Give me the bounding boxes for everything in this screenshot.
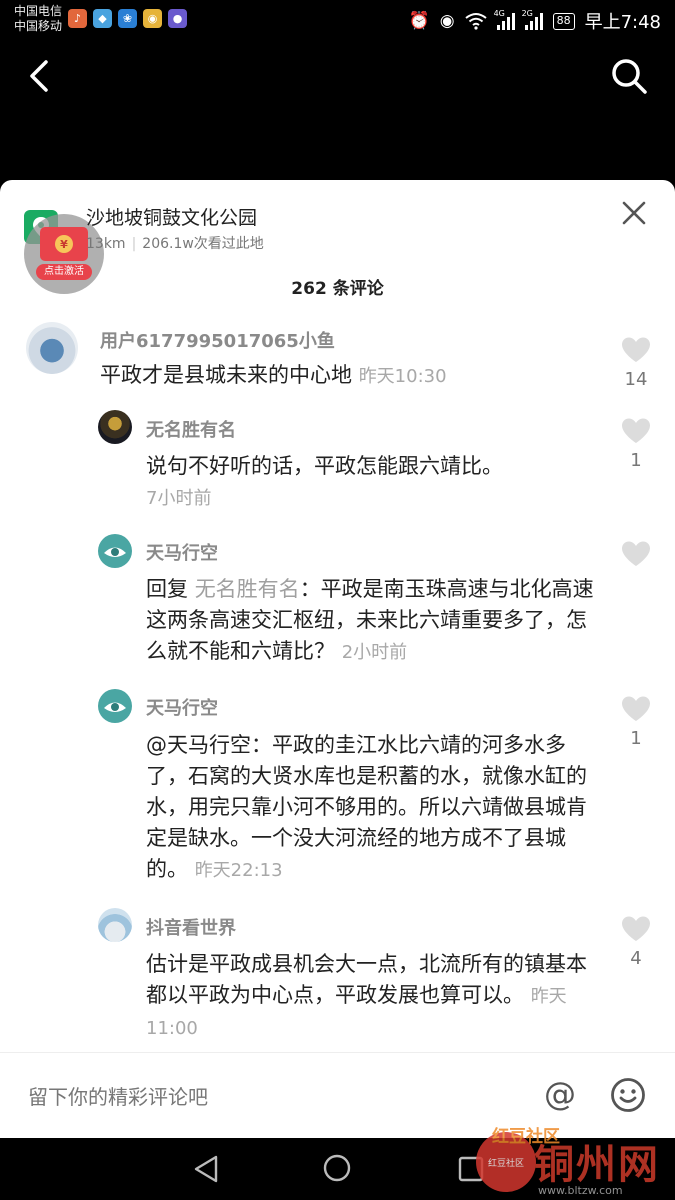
nav-home-icon[interactable] — [322, 1153, 352, 1183]
battery-icon: 88 — [552, 12, 575, 30]
like-button[interactable]: 1 — [616, 695, 656, 749]
reply-username[interactable]: 天马行空 — [146, 694, 218, 720]
app-notification-icon: ◆ — [93, 9, 112, 28]
heart-icon — [622, 916, 650, 941]
heart-icon — [622, 541, 650, 566]
reply-text[interactable]: 说句不好听的话，平政怎能跟六靖比。 7小时前 — [146, 451, 606, 514]
emoji-icon — [611, 1078, 645, 1112]
signal-icon: 4G — [493, 9, 515, 30]
comment-username[interactable]: 用户6177995017065小鱼 — [100, 327, 335, 353]
eye-logo-icon — [104, 547, 126, 557]
location-title[interactable]: 沙地坡铜鼓文化公园 — [86, 203, 257, 230]
wifi-icon — [464, 13, 487, 30]
carrier-labels: 中国电信 中国移动 — [14, 4, 62, 34]
browser-icon: ◉ — [143, 9, 162, 28]
like-button[interactable] — [616, 540, 656, 573]
eye-icon: ◉ — [439, 11, 455, 31]
avatar[interactable] — [98, 534, 132, 568]
red-packet-icon: ¥ — [40, 227, 88, 261]
site-watermark: 红豆社区 红豆社区 铜州网 www.bltzw.com — [474, 1126, 674, 1198]
reply-username[interactable]: 天马行空 — [146, 539, 218, 565]
like-count: 1 — [630, 450, 642, 471]
network-type-2: 2G — [521, 9, 533, 18]
search-button[interactable] — [609, 56, 649, 96]
comment-time: 昨天10:30 — [358, 366, 447, 387]
reply-text[interactable]: 回复 无名胜有名：平政是南玉珠高速与北化高速这两条高速交汇枢纽，未来比六靖重要多… — [146, 574, 606, 668]
avatar[interactable] — [26, 322, 78, 374]
coin-icon: ¥ — [55, 235, 73, 253]
reply-mention[interactable]: 无名胜有名 — [195, 577, 300, 601]
avatar[interactable] — [98, 908, 132, 942]
notification-icons: ♪ ◆ ❀ ◉ ● — [68, 9, 187, 28]
status-icons: ⏰ ◉ 4G 2G 88 早上7:48 — [409, 8, 661, 34]
status-bar: 中国电信 中国移动 ♪ ◆ ❀ ◉ ● ⏰ ◉ 4G 2G 88 早上7:48 — [0, 0, 675, 40]
comment-text[interactable]: 平政才是县城未来的中心地 昨天10:30 — [100, 360, 600, 392]
like-count: 4 — [630, 948, 642, 969]
reply-body: @天马行空：平政的圭江水比六靖的河多水多了，石窝的大贤水库也是积蓄的水，就像水缸… — [146, 733, 587, 881]
search-icon — [612, 59, 647, 94]
clock: 早上7:48 — [584, 12, 661, 33]
back-button[interactable] — [24, 56, 60, 96]
watermark-circle-text: 红豆社区 — [487, 1158, 524, 1169]
location-meta: 13km | 206.1w次看过此地 — [86, 233, 264, 253]
mention-button[interactable]: @ — [544, 1075, 576, 1113]
comment-body: 平政才是县城未来的中心地 — [100, 363, 352, 387]
like-button[interactable]: 1 — [616, 417, 656, 471]
chevron-left-icon — [30, 60, 48, 92]
comment-input[interactable]: 留下你的精彩评论吧 — [28, 1081, 208, 1110]
watermark-main-text: 铜州网 — [534, 1141, 660, 1188]
heart-icon — [622, 418, 650, 443]
comments-sheet: ¥ 点击激活 沙地坡铜鼓文化公园 13km | 206.1w次看过此地 262 条评… — [0, 180, 675, 1138]
signal-icon: 2G — [521, 9, 543, 30]
app-notification-icon: ❀ — [118, 9, 137, 28]
divider: | — [131, 236, 137, 252]
avatar[interactable] — [98, 689, 132, 723]
network-type-1: 4G — [493, 9, 505, 18]
app-notification-icon: ● — [168, 9, 187, 28]
app-notification-icon: ♪ — [68, 9, 87, 28]
like-button[interactable]: 14 — [616, 336, 656, 390]
emoji-button[interactable] — [610, 1077, 646, 1113]
reply-text[interactable]: @天马行空：平政的圭江水比六靖的河多水多了，石窝的大贤水库也是积蓄的水，就像水缸… — [146, 730, 606, 886]
like-count: 1 — [630, 728, 642, 749]
eye-logo-icon — [104, 702, 126, 712]
nav-back-icon[interactable] — [192, 1154, 220, 1184]
heart-icon — [622, 696, 650, 721]
watermark-url: www.bltzw.com — [538, 1184, 623, 1197]
reply-time: 昨天22:13 — [194, 860, 283, 881]
reply-username[interactable]: 抖音看世界 — [146, 914, 236, 940]
reply-text[interactable]: 估计是平政成县机会大一点，北流所有的镇基本都以平政为中心点，平政发展也算可以。 … — [146, 949, 606, 1044]
reply-body: 说句不好听的话，平政怎能跟六靖比。 — [146, 454, 503, 478]
heart-icon — [622, 337, 650, 362]
reply-username[interactable]: 无名胜有名 — [146, 416, 236, 442]
carrier-2: 中国移动 — [14, 19, 63, 33]
like-button[interactable]: 4 — [616, 915, 656, 969]
like-count: 14 — [624, 369, 648, 390]
comment-count: 262 条评论 — [291, 279, 384, 299]
close-icon — [622, 201, 646, 225]
reply-time: 2小时前 — [341, 642, 408, 663]
alarm-icon: ⏰ — [408, 11, 430, 31]
close-button[interactable] — [621, 200, 647, 226]
carrier-1: 中国电信 — [14, 4, 63, 18]
avatar[interactable] — [98, 410, 132, 444]
reply-body: 估计是平政成县机会大一点，北流所有的镇基本都以平政为中心点，平政发展也算可以。 — [146, 952, 587, 1007]
location-distance: 13km — [86, 236, 126, 252]
reply-time: 7小时前 — [146, 488, 212, 509]
location-views: 206.1w次看过此地 — [142, 236, 264, 252]
reply-prefix: 回复 — [146, 577, 188, 601]
